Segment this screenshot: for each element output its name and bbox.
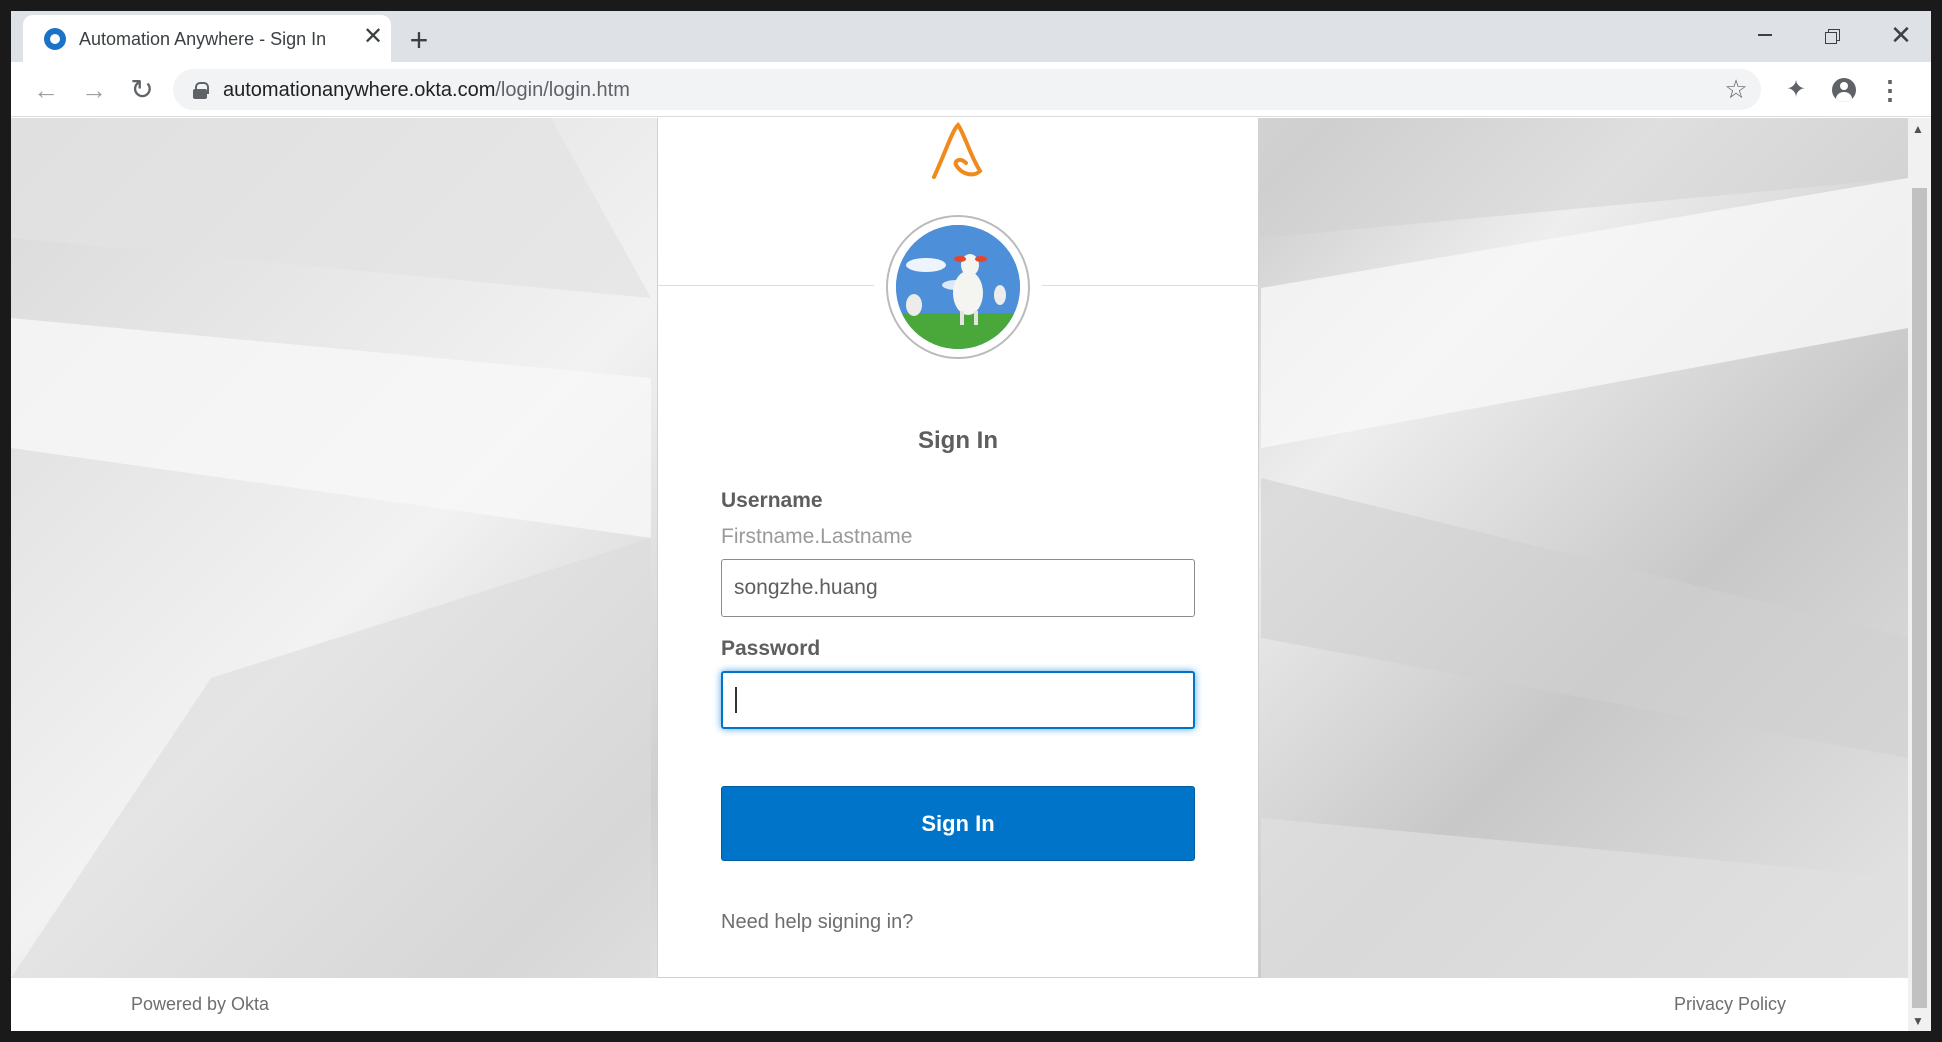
username-hint: Firstname.Lastname — [721, 525, 913, 548]
forward-arrow-icon[interactable]: → — [77, 73, 111, 107]
page-viewport: Sign In Username Firstname.Lastname song… — [11, 118, 1908, 1031]
automation-anywhere-logo — [932, 121, 983, 179]
lamb-avatar-image — [896, 225, 1020, 349]
url-path: /login/login.htm — [495, 79, 630, 101]
new-tab-button[interactable]: + — [403, 24, 435, 57]
browser-toolbar: ← → ↻ automationanywhere.okta.com/login/… — [11, 62, 1931, 117]
sign-in-heading: Sign In — [918, 427, 998, 454]
login-card: Sign In Username Firstname.Lastname song… — [657, 118, 1260, 978]
bookmark-star-icon[interactable]: ☆ — [1721, 74, 1751, 104]
divider-right — [1042, 285, 1260, 286]
browser-menu-icon[interactable]: ⋮ — [1873, 73, 1907, 107]
address-bar[interactable]: automationanywhere.okta.com/login/login.… — [173, 69, 1761, 110]
lock-icon[interactable] — [193, 82, 209, 99]
page-footer: Powered by Okta Privacy Policy — [11, 978, 1908, 1031]
okta-favicon-icon — [44, 28, 66, 50]
restore-icon[interactable] — [1813, 19, 1853, 51]
profile-avatar-icon[interactable] — [1827, 73, 1861, 107]
scroll-down-arrow-icon[interactable]: ▼ — [1912, 1014, 1924, 1028]
text-cursor — [735, 687, 737, 713]
powered-by-okta: Powered by Okta — [131, 994, 270, 1014]
close-tab-icon[interactable]: ✕ — [359, 23, 387, 51]
url-host: automationanywhere.okta.com — [223, 79, 496, 101]
divider-left — [658, 285, 874, 286]
tab-title: Automation Anywhere - Sign In — [79, 29, 327, 49]
scroll-up-arrow-icon[interactable]: ▲ — [1912, 122, 1924, 136]
browser-window: Automation Anywhere - Sign In ✕ + ✕ ← → … — [11, 11, 1931, 1031]
scroll-thumb[interactable] — [1912, 188, 1927, 1008]
avatar-frame — [886, 215, 1030, 359]
tab-strip: Automation Anywhere - Sign In ✕ + ✕ — [11, 11, 1931, 62]
active-tab[interactable]: Automation Anywhere - Sign In ✕ — [23, 15, 391, 62]
sign-in-button[interactable]: Sign In — [721, 786, 1195, 861]
privacy-policy-link[interactable]: Privacy Policy — [1674, 994, 1786, 1015]
password-field[interactable] — [721, 671, 1195, 729]
back-arrow-icon[interactable]: ← — [29, 73, 63, 107]
url-text[interactable]: automationanywhere.okta.com/login/login.… — [223, 79, 630, 102]
page-scrollbar[interactable]: ▲ ▼ — [1908, 118, 1931, 1031]
username-label: Username — [721, 489, 823, 512]
extensions-puzzle-icon[interactable]: ✦ — [1779, 73, 1813, 107]
close-window-icon[interactable]: ✕ — [1881, 19, 1921, 51]
minimize-icon[interactable] — [1744, 19, 1784, 51]
reload-icon[interactable]: ↻ — [125, 73, 159, 107]
need-help-link[interactable]: Need help signing in? — [721, 911, 913, 934]
password-label: Password — [721, 637, 821, 660]
username-field[interactable]: songzhe.huang — [721, 559, 1195, 617]
